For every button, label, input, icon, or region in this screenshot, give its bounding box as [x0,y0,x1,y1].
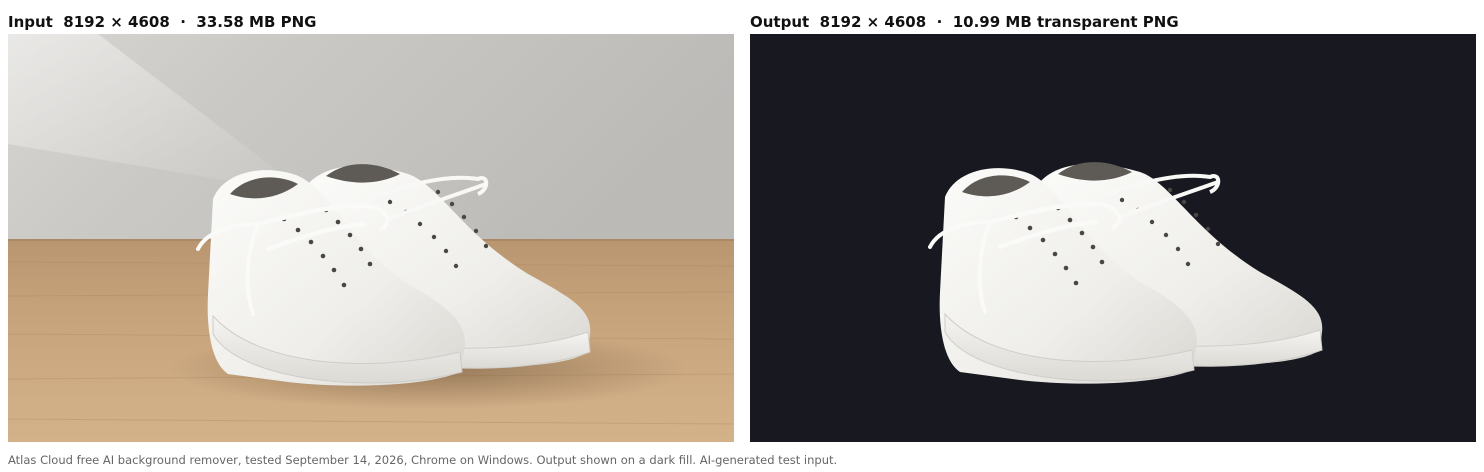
figure-caption: Atlas Cloud free AI background remover, … [8,453,838,467]
input-image [8,34,734,442]
input-photo [8,34,734,442]
comparison-figure: Input 8192 × 4608 · 33.58 MB PNG Output … [0,0,1484,472]
input-label: Input 8192 × 4608 · 33.58 MB PNG [8,13,317,31]
output-label: Output 8192 × 4608 · 10.99 MB transparen… [750,13,1179,31]
output-image [750,34,1476,442]
output-cutout [750,34,1476,442]
